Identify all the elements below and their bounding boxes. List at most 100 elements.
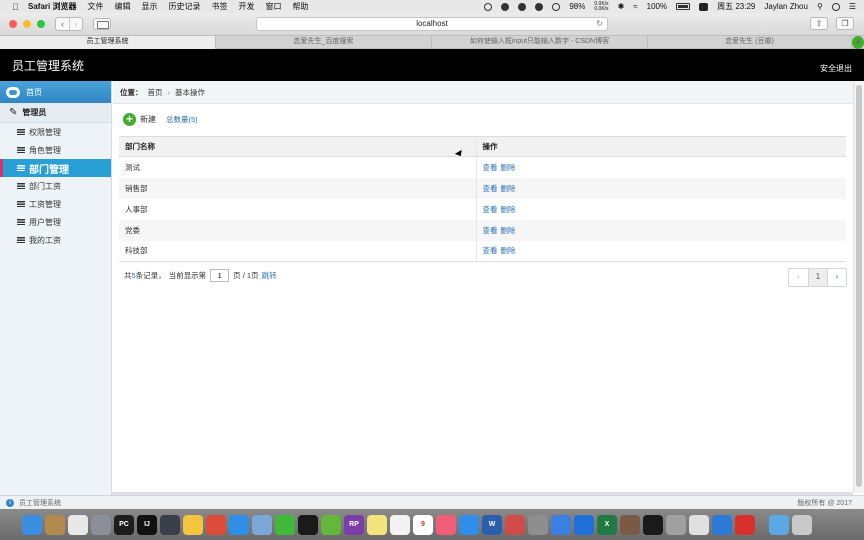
potato-icon[interactable] (183, 514, 203, 535)
spotlight-search-icon[interactable]: ⚲ (817, 2, 823, 11)
qq-status-icon[interactable] (501, 2, 510, 11)
notes-icon[interactable] (390, 514, 410, 535)
tab-baidu-search[interactable]: 恋爱先生_百度搜索 (216, 36, 432, 49)
reload-icon[interactable]: ↻ (596, 18, 603, 30)
menu-app-name[interactable]: Safari 浏览器 (28, 1, 76, 12)
preview-icon[interactable] (252, 514, 272, 535)
stickies-icon[interactable] (367, 514, 387, 535)
total-count-link[interactable]: 总数量(5) (166, 114, 198, 125)
system-preferences-icon[interactable] (528, 514, 548, 535)
wechat-status-icon[interactable] (518, 2, 527, 11)
menu-item-history[interactable]: 历史记录 (168, 1, 200, 12)
scrollbar-thumb[interactable] (856, 85, 862, 487)
apple-menu-icon[interactable]:  (12, 2, 22, 12)
view-link[interactable]: 查看 (483, 205, 498, 214)
menu-item-bookmarks[interactable]: 书签 (211, 1, 227, 12)
record-icon[interactable] (484, 2, 493, 11)
new-tab-button[interactable]: + (852, 36, 864, 49)
menu-item-view[interactable]: 显示 (141, 1, 157, 12)
slides-icon[interactable] (620, 514, 640, 535)
sidebar-item-users[interactable]: 用户管理 (0, 213, 111, 231)
next-page-button[interactable]: › (827, 269, 846, 286)
battery-percent-label[interactable]: 98% (569, 2, 585, 11)
page-number-input[interactable] (210, 269, 230, 282)
jump-link[interactable]: 跳转 (262, 270, 277, 281)
address-bar[interactable]: localhost ↻ (256, 17, 608, 31)
tab-employee-system[interactable]: 员工管理系统 (0, 36, 216, 49)
teamviewer-icon[interactable] (574, 514, 594, 535)
calendar-icon[interactable]: 9 (413, 514, 433, 535)
qq-icon[interactable] (643, 514, 663, 535)
menu-item-window[interactable]: 窗口 (265, 1, 281, 12)
breadcrumb-home[interactable]: 首页 (148, 87, 163, 98)
trash-icon[interactable] (792, 514, 812, 535)
baidu-netdisk-icon[interactable] (551, 514, 571, 535)
input-method-icon[interactable] (699, 2, 709, 11)
script-icon[interactable] (666, 514, 686, 535)
bluetooth-icon[interactable]: ✱ (618, 2, 625, 11)
folder-icon[interactable] (769, 514, 789, 535)
prev-page-button[interactable]: ‹ (789, 269, 808, 286)
add-icon[interactable]: + (123, 113, 136, 126)
delete-link[interactable]: 删除 (501, 246, 516, 255)
pycharm-icon[interactable]: PC (114, 514, 134, 535)
finder-icon[interactable] (22, 514, 42, 535)
intellij-icon[interactable]: IJ (137, 514, 157, 535)
sidebar-toggle-button[interactable] (93, 18, 111, 30)
new-button[interactable]: 新建 (140, 114, 156, 125)
excel-icon[interactable]: X (597, 514, 617, 535)
photos-icon[interactable] (68, 514, 88, 535)
java-icon[interactable] (689, 514, 709, 535)
sidebar-item-roles[interactable]: 角色管理 (0, 141, 111, 159)
axure-rp-icon[interactable]: RP (344, 514, 364, 535)
show-tabs-button[interactable]: ❐ (836, 17, 854, 30)
edge-icon[interactable] (712, 514, 732, 535)
fullscreen-window-button[interactable] (37, 20, 45, 28)
network-speed[interactable]: 0.0K/s 0.0K/s (594, 1, 608, 12)
sidebar-item-salary[interactable]: 工资管理 (0, 195, 111, 213)
close-window-button[interactable] (9, 20, 17, 28)
view-link[interactable]: 查看 (483, 246, 498, 255)
safari-icon[interactable] (229, 514, 249, 535)
view-link[interactable]: 查看 (483, 184, 498, 193)
delete-link[interactable]: 删除 (501, 184, 516, 193)
music-icon[interactable] (436, 514, 456, 535)
launchpad-rocket-icon[interactable] (91, 514, 111, 535)
sidebar-item-department-salary[interactable]: 部门工资 (0, 177, 111, 195)
siri-icon[interactable] (831, 2, 840, 11)
menu-item-edit[interactable]: 编辑 (114, 1, 130, 12)
view-link[interactable]: 查看 (483, 226, 498, 235)
page-button-1[interactable]: 1 (808, 269, 827, 286)
share-button[interactable]: ⇧ (810, 17, 828, 30)
chrome-icon[interactable] (206, 514, 226, 535)
volume-label[interactable]: 100% (647, 2, 667, 11)
qq-icon[interactable] (298, 514, 318, 535)
vertical-scrollbar[interactable] (853, 81, 864, 493)
sidebar-item-departments[interactable]: 部门管理 (0, 159, 111, 177)
tab-csdn-blog[interactable]: 如何使输入框input只能输入数字 - CSDN博客 (432, 36, 648, 49)
notification-center-icon[interactable]: ☰ (849, 2, 856, 11)
sidebar-item-my-salary[interactable]: 我的工资 (0, 231, 111, 249)
menu-item-help[interactable]: 帮助 (292, 1, 308, 12)
sidebar-home[interactable]: 首页 (0, 81, 111, 103)
user-name[interactable]: Jaylan Zhou (764, 2, 808, 11)
sidebar-item-permissions[interactable]: 权限管理 (0, 123, 111, 141)
magnet-icon[interactable] (505, 514, 525, 535)
notes-book-icon[interactable] (45, 514, 65, 535)
tab-douban[interactable]: 恋爱先生 (豆瓣) (648, 36, 852, 49)
wechat-icon[interactable] (275, 514, 295, 535)
logout-link[interactable]: 安全退出 (820, 63, 852, 74)
appstore-icon[interactable] (459, 514, 479, 535)
minimize-window-button[interactable] (23, 20, 31, 28)
datetime[interactable]: 周五 23:29 (717, 1, 755, 12)
forward-button[interactable]: › (69, 18, 82, 30)
ball-icon[interactable] (321, 514, 341, 535)
delete-link[interactable]: 删除 (501, 226, 516, 235)
view-link[interactable]: 查看 (483, 163, 498, 172)
menu-item-develop[interactable]: 开发 (238, 1, 254, 12)
battery-icon[interactable] (676, 3, 691, 10)
menu-item-file[interactable]: 文件 (87, 1, 103, 12)
sublime-icon[interactable] (160, 514, 180, 535)
sidebar-group-admin[interactable]: ✎ 管理员 (0, 103, 111, 123)
delete-link[interactable]: 删除 (501, 163, 516, 172)
